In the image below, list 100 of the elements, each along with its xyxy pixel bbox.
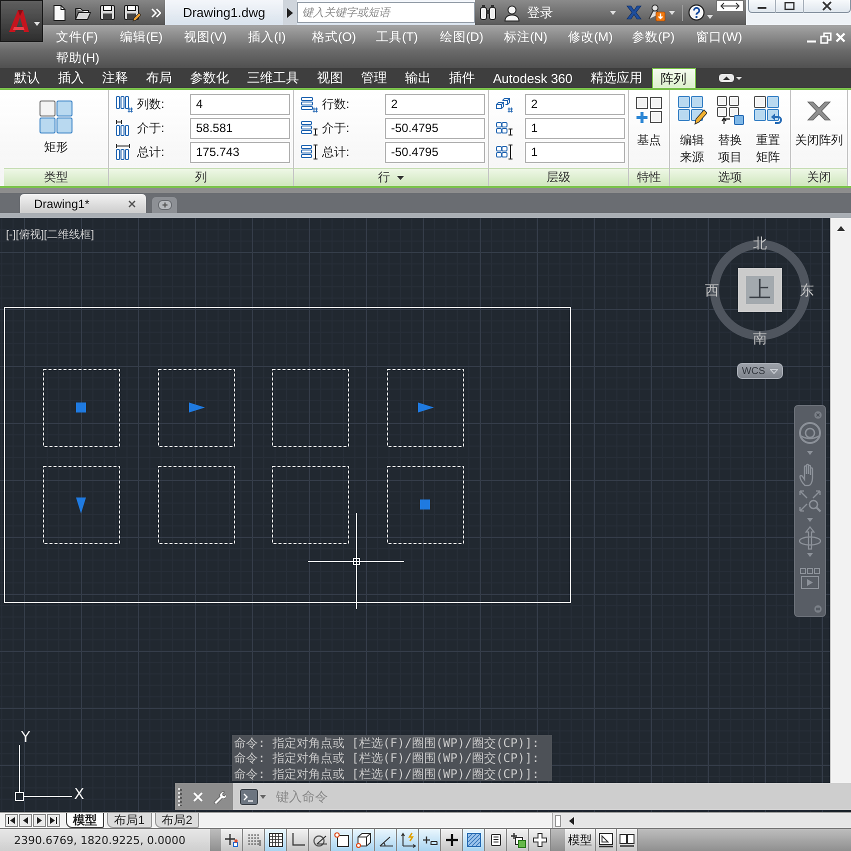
angle-toggle[interactable]: [375, 829, 397, 851]
app-menu-button[interactable]: [0, 0, 43, 42]
array-item[interactable]: [158, 466, 235, 544]
new-tab-button[interactable]: [152, 197, 177, 213]
array-item[interactable]: [387, 369, 464, 447]
ribbon-tab[interactable]: 默认: [5, 68, 49, 88]
base-point-button[interactable]: 基点: [635, 90, 663, 168]
triangle-grip-icon[interactable]: [418, 402, 434, 412]
compass-direction[interactable]: 西: [704, 282, 720, 298]
ribbon-tab[interactable]: 管理: [352, 68, 396, 88]
array-item[interactable]: [272, 466, 349, 544]
dot-grid-toggle[interactable]: [243, 829, 265, 851]
viewport-control[interactable]: [-]: [6, 227, 16, 243]
skip-first-icon[interactable]: [5, 814, 18, 827]
binoculars-icon[interactable]: [479, 4, 497, 21]
triangle-grip-icon[interactable]: [76, 498, 86, 514]
row-spacing-field[interactable]: -50.4795: [385, 118, 485, 138]
column-total-field[interactable]: 175.743: [190, 142, 290, 162]
array-item[interactable]: [272, 369, 349, 447]
sign-in-link[interactable]: 登录: [527, 4, 553, 22]
wrench-icon[interactable]: [212, 790, 226, 804]
compass-direction[interactable]: 南: [752, 330, 768, 346]
menu-item[interactable]: 绘图(D): [440, 27, 504, 48]
array-item[interactable]: [158, 369, 235, 447]
stacked-squares-toggle[interactable]: [507, 829, 529, 851]
caret-left-icon[interactable]: [569, 816, 574, 824]
user-icon[interactable]: [503, 4, 521, 22]
close-icon[interactable]: [128, 200, 136, 208]
new-file-icon[interactable]: [51, 4, 67, 22]
double-chevron-icon[interactable]: [151, 8, 161, 18]
array-item[interactable]: [43, 466, 120, 544]
grid-toggle[interactable]: [265, 829, 287, 851]
cube-toggle[interactable]: [353, 829, 375, 851]
row-total-field[interactable]: -50.4795: [385, 142, 485, 162]
command-field[interactable]: 键入命令: [233, 783, 851, 810]
ribbon-tab[interactable]: 参数化: [181, 68, 238, 88]
vertical-scrollbar[interactable]: [830, 218, 851, 783]
cross-lines-toggle[interactable]: [419, 829, 441, 851]
array-item[interactable]: [43, 369, 120, 447]
menu-item[interactable]: 插入(I): [248, 27, 312, 48]
help-icon[interactable]: [688, 4, 705, 21]
column-spacing-field[interactable]: 58.581: [190, 118, 290, 138]
ribbon-tab[interactable]: 输出: [396, 68, 440, 88]
scroll-thumb[interactable]: [555, 814, 561, 826]
list-toggle[interactable]: [485, 829, 507, 851]
coordinate-system-button[interactable]: WCS: [737, 363, 783, 379]
menu-item[interactable]: 帮助(H): [56, 48, 120, 69]
level-spacing-field[interactable]: 1: [525, 118, 625, 138]
viewport-control[interactable]: [俯视]: [16, 227, 44, 243]
ribbon-tab[interactable]: 阵列: [652, 68, 696, 88]
panel-title[interactable]: 行: [378, 169, 390, 186]
crosshair-dot-toggle[interactable]: [221, 829, 243, 851]
axes-toggle[interactable]: [397, 829, 419, 851]
rectangle-button[interactable]: 矩形: [39, 90, 73, 168]
ribbon-tab[interactable]: 三维工具: [238, 68, 308, 88]
skip-last-icon[interactable]: [47, 814, 60, 827]
menu-item[interactable]: 视图(V): [184, 27, 248, 48]
download-icon[interactable]: [648, 4, 666, 22]
command-input[interactable]: 键入命令: [274, 786, 847, 807]
ribbon-tab[interactable]: 精选应用: [582, 68, 652, 88]
layout-tab[interactable]: 布局1: [107, 813, 152, 828]
file-tab[interactable]: Drawing1*: [20, 194, 146, 213]
quick-view-button[interactable]: [617, 829, 638, 851]
square-grip-icon[interactable]: [76, 402, 86, 412]
layout-tab[interactable]: 模型: [66, 813, 104, 828]
viewport-control[interactable]: [二维线框]: [44, 227, 94, 243]
ribbon-tab[interactable]: 注释: [93, 68, 137, 88]
x-logo-icon[interactable]: [625, 5, 642, 20]
horizontal-scrollbar[interactable]: [552, 813, 851, 828]
caret-icon[interactable]: [837, 226, 845, 231]
triangle-grip-icon[interactable]: [189, 402, 205, 412]
ribbon-tab[interactable]: 插件: [440, 68, 484, 88]
edit-source-button[interactable]: 编辑来源: [673, 90, 711, 168]
menu-item[interactable]: 修改(M): [568, 27, 632, 48]
angle-arc-toggle[interactable]: [309, 829, 331, 851]
level-count-field[interactable]: 2: [525, 94, 625, 114]
reset-array-button[interactable]: 重置矩阵: [749, 90, 787, 168]
layout-view-button[interactable]: [596, 829, 617, 851]
panel-toggle-icon[interactable]: [718, 73, 742, 83]
ribbon-tab[interactable]: 布局: [137, 68, 181, 88]
plus-toggle[interactable]: [441, 829, 463, 851]
compass-direction[interactable]: 东: [799, 282, 815, 298]
terminal-icon[interactable]: [240, 788, 258, 804]
snap-square-toggle[interactable]: [331, 829, 353, 851]
row-count-field[interactable]: 2: [385, 94, 485, 114]
column-count-field[interactable]: 4: [190, 94, 290, 114]
cross-outline-toggle[interactable]: [529, 829, 551, 851]
level-total-field[interactable]: 1: [525, 142, 625, 162]
compass-direction[interactable]: 北: [752, 235, 768, 251]
caret-icon[interactable]: [397, 176, 404, 180]
ribbon-tab[interactable]: Autodesk 360: [484, 68, 582, 88]
save-as-icon[interactable]: [123, 4, 141, 22]
model-space-button[interactable]: 模型: [565, 829, 596, 851]
viewcube-face[interactable]: 上: [738, 268, 782, 312]
caret-icon[interactable]: [287, 8, 293, 18]
ribbon-tab[interactable]: 插入: [49, 68, 93, 88]
menu-item[interactable]: 编辑(E): [120, 27, 184, 48]
search-field[interactable]: 键入关键字或短语: [297, 2, 475, 23]
replace-item-button[interactable]: 替换项目: [711, 90, 749, 168]
grip-icon[interactable]: [178, 788, 182, 806]
